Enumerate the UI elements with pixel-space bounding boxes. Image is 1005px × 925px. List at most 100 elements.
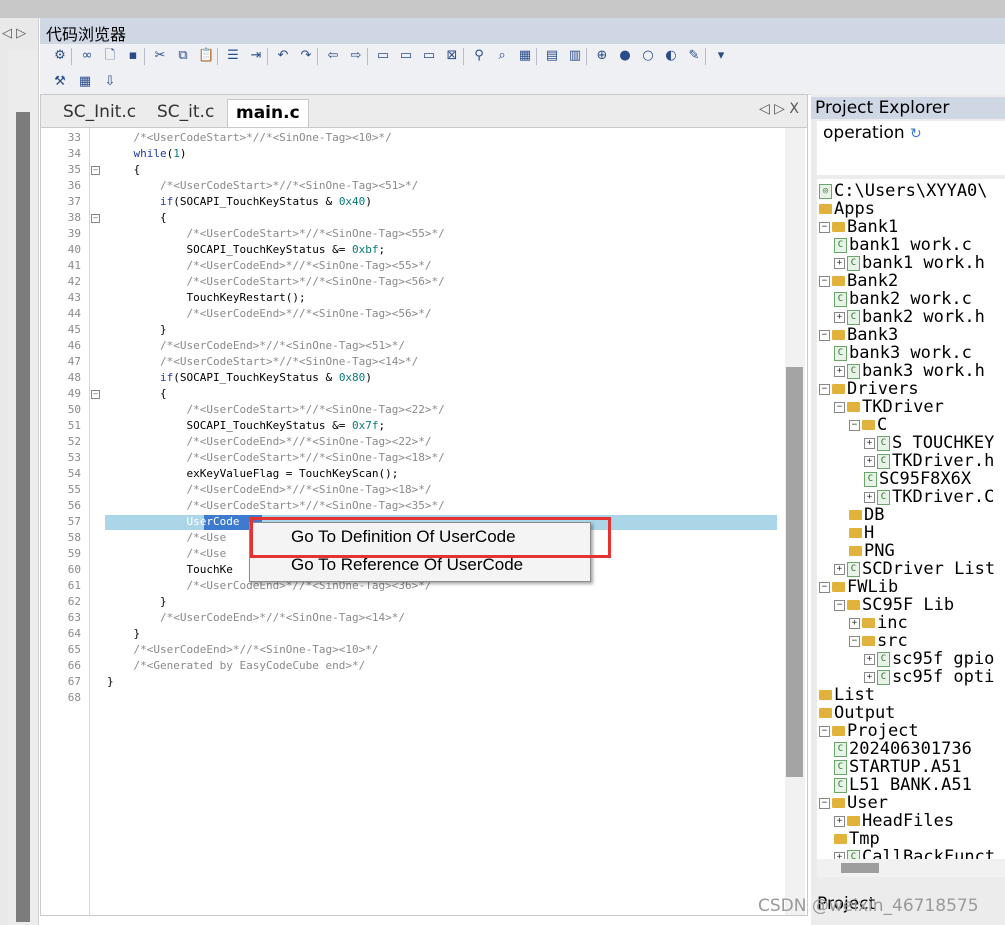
tree-node[interactable]: − Project bbox=[819, 722, 919, 740]
code-line[interactable]: /*<UserCodeStart>*//*<SinOne-Tag><18>*/ bbox=[107, 450, 444, 466]
expand-toggle-icon[interactable]: − bbox=[834, 401, 845, 413]
tree-node[interactable]: + C TKDriver.h bbox=[864, 452, 994, 470]
tree-node[interactable]: + Csc95f opti bbox=[864, 668, 994, 686]
indent-icon[interactable]: ⇥ bbox=[248, 48, 264, 64]
code-line[interactable]: { bbox=[107, 210, 167, 226]
tree-node[interactable]: + C S TOUCHKEY bbox=[864, 434, 994, 452]
tree-node[interactable]: + C SCDriver List bbox=[834, 560, 995, 578]
list-icon[interactable]: ☰ bbox=[225, 48, 241, 64]
comment-remove-icon[interactable]: ⊠ bbox=[444, 48, 460, 64]
expand-toggle-icon[interactable]: + bbox=[834, 365, 845, 377]
code-line[interactable]: /*<UserCodeStart>*//*<SinOne-Tag><22>*/ bbox=[107, 402, 444, 418]
explorer-scrollbar-thumb[interactable] bbox=[841, 863, 879, 873]
search-zoom-icon[interactable]: ⊕ bbox=[594, 48, 610, 64]
code-line[interactable]: /*<Generated by EasyCodeCube end>*/ bbox=[107, 658, 365, 674]
tree-node[interactable]: PNG bbox=[849, 542, 895, 560]
paint-icon[interactable]: ◐ bbox=[663, 48, 679, 64]
dropdown-icon[interactable]: ▾ bbox=[713, 48, 729, 64]
tab-main[interactable]: main.c bbox=[227, 99, 309, 127]
code-line[interactable]: /*<UserCodeStart>*//*<SinOne-Tag><51>*/ bbox=[107, 178, 418, 194]
left-scrollbar-thumb[interactable] bbox=[16, 112, 30, 922]
code-line[interactable]: } bbox=[107, 594, 167, 610]
fold-toggle-icon[interactable]: − bbox=[91, 390, 100, 399]
code-line[interactable]: /*<UserCodeEnd>*//*<SinOne-Tag><55>*/ bbox=[107, 258, 431, 274]
code-line[interactable]: /*<UserCodeEnd>*//*<SinOne-Tag><18>*/ bbox=[107, 482, 431, 498]
expand-toggle-icon[interactable]: + bbox=[834, 563, 845, 575]
expand-toggle-icon[interactable]: + bbox=[834, 257, 845, 269]
explorer-search-area[interactable] bbox=[817, 145, 1005, 175]
dot-icon[interactable]: ● bbox=[617, 48, 633, 64]
tree-node[interactable]: − src bbox=[849, 632, 908, 650]
refresh-icon[interactable]: ↻ bbox=[910, 126, 922, 142]
expand-toggle-icon[interactable]: − bbox=[819, 329, 830, 341]
code-line[interactable]: /*<UserCodeStart>*//*<SinOne-Tag><10>*/ bbox=[107, 130, 391, 146]
redo-icon[interactable]: ↷ bbox=[298, 48, 314, 64]
find-in-files-icon[interactable]: ▦ bbox=[517, 48, 533, 64]
code-line[interactable]: /*<UserCodeEnd>*//*<SinOne-Tag><14>*/ bbox=[107, 610, 405, 626]
tree-node[interactable]: Cbank3 work.c bbox=[834, 344, 972, 362]
code-line[interactable]: if(SOCAPI_TouchKeyStatus & 0x80) bbox=[107, 370, 372, 386]
tree-node[interactable]: Tmp bbox=[834, 830, 880, 848]
code-line[interactable]: /*<UserCodeEnd>*//*<SinOne-Tag><51>*/ bbox=[107, 338, 405, 354]
settings-icon[interactable]: ⚙ bbox=[52, 48, 68, 64]
code-line[interactable]: /*<UserCodeStart>*//*<SinOne-Tag><55>*/ bbox=[107, 226, 444, 242]
code-line[interactable]: SOCAPI_TouchKeyStatus &= 0xbf; bbox=[107, 242, 385, 258]
expand-toggle-icon[interactable]: − bbox=[819, 581, 830, 593]
tree-node[interactable]: Output bbox=[819, 704, 895, 722]
tree-node[interactable]: − User bbox=[819, 794, 888, 812]
menu-item-go-to-reference[interactable]: Go To Reference Of UserCode bbox=[291, 555, 523, 575]
expand-toggle-icon[interactable]: + bbox=[864, 653, 875, 665]
code-line[interactable]: /*<UserCodeEnd>*//*<SinOne-Tag><56>*/ bbox=[107, 306, 431, 322]
code-line[interactable]: /*<UserCodeStart>*//*<SinOne-Tag><35>*/ bbox=[107, 498, 444, 514]
code-line[interactable]: SOCAPI_TouchKeyStatus &= 0x7f; bbox=[107, 418, 385, 434]
window-split-icon[interactable]: ▥ bbox=[567, 48, 583, 64]
window-icon[interactable]: ▤ bbox=[544, 48, 560, 64]
code-line[interactable]: /*<Use bbox=[107, 546, 226, 562]
expand-toggle-icon[interactable]: + bbox=[864, 437, 875, 449]
expand-toggle-icon[interactable]: + bbox=[849, 617, 860, 629]
tree-node[interactable]: DB bbox=[849, 506, 884, 524]
grid-icon[interactable]: ▦ bbox=[77, 74, 93, 90]
copy-icon[interactable]: ⧉ bbox=[175, 48, 191, 64]
paste-icon[interactable]: 📋 bbox=[198, 48, 214, 64]
tree-node[interactable]: C 202406301736 bbox=[834, 740, 972, 758]
find-icon[interactable]: ⌕ bbox=[494, 48, 510, 64]
expand-toggle-icon[interactable]: − bbox=[819, 797, 830, 809]
expand-toggle-icon[interactable]: + bbox=[864, 455, 875, 467]
tree-node[interactable]: + Cbank3 work.h bbox=[834, 362, 985, 380]
link-icon[interactable]: ∞ bbox=[79, 48, 95, 64]
expand-toggle-icon[interactable]: − bbox=[819, 383, 830, 395]
tree-node[interactable]: Apps bbox=[819, 200, 875, 218]
tree-node[interactable]: C SC95F8X6X bbox=[864, 470, 971, 488]
tree-node[interactable]: C STARTUP.A51 bbox=[834, 758, 962, 776]
code-line[interactable]: { bbox=[107, 162, 140, 178]
expand-toggle-icon[interactable]: − bbox=[819, 725, 830, 737]
load-icon[interactable]: ⇩ bbox=[102, 74, 118, 90]
fold-toggle-icon[interactable]: − bbox=[91, 214, 100, 223]
tree-node[interactable]: + Csc95f gpio bbox=[864, 650, 994, 668]
code-line[interactable]: /*<UserCodeEnd>*//*<SinOne-Tag><10>*/ bbox=[107, 642, 378, 658]
expand-toggle-icon[interactable]: + bbox=[834, 851, 845, 859]
comment-icon[interactable]: ▭ bbox=[375, 48, 391, 64]
tree-node[interactable]: Cbank1 work.c bbox=[834, 236, 972, 254]
tree-node[interactable]: − SC95F Lib bbox=[834, 596, 954, 614]
tree-node[interactable]: − Bank3 bbox=[819, 326, 898, 344]
tree-node[interactable]: + inc bbox=[849, 614, 908, 632]
tree-node[interactable]: Cbank2 work.c bbox=[834, 290, 972, 308]
code-line[interactable]: /*<UserCodeEnd>*//*<SinOne-Tag><22>*/ bbox=[107, 434, 431, 450]
comment-icon[interactable]: ▭ bbox=[398, 48, 414, 64]
code-line[interactable]: while(1) bbox=[107, 146, 187, 162]
tree-node[interactable]: ◎ C:\Users\XYYA0\ bbox=[819, 182, 988, 200]
code-line[interactable]: } bbox=[107, 322, 167, 338]
expand-toggle-icon[interactable]: + bbox=[834, 311, 845, 323]
expand-toggle-icon[interactable]: + bbox=[864, 491, 875, 503]
tree-node[interactable]: − Bank1 bbox=[819, 218, 898, 236]
cut-icon[interactable]: ✂ bbox=[152, 48, 168, 64]
code-line[interactable]: } bbox=[107, 626, 140, 642]
tree-node[interactable]: + Cbank2 work.h bbox=[834, 308, 985, 326]
arrow-left-icon[interactable]: ⇦ bbox=[325, 48, 341, 64]
undo-icon[interactable]: ↶ bbox=[275, 48, 291, 64]
expand-toggle-icon[interactable]: + bbox=[864, 671, 875, 683]
binoculars-icon[interactable]: ⚲ bbox=[471, 48, 487, 64]
build-icon[interactable]: ⚒ bbox=[52, 74, 68, 90]
